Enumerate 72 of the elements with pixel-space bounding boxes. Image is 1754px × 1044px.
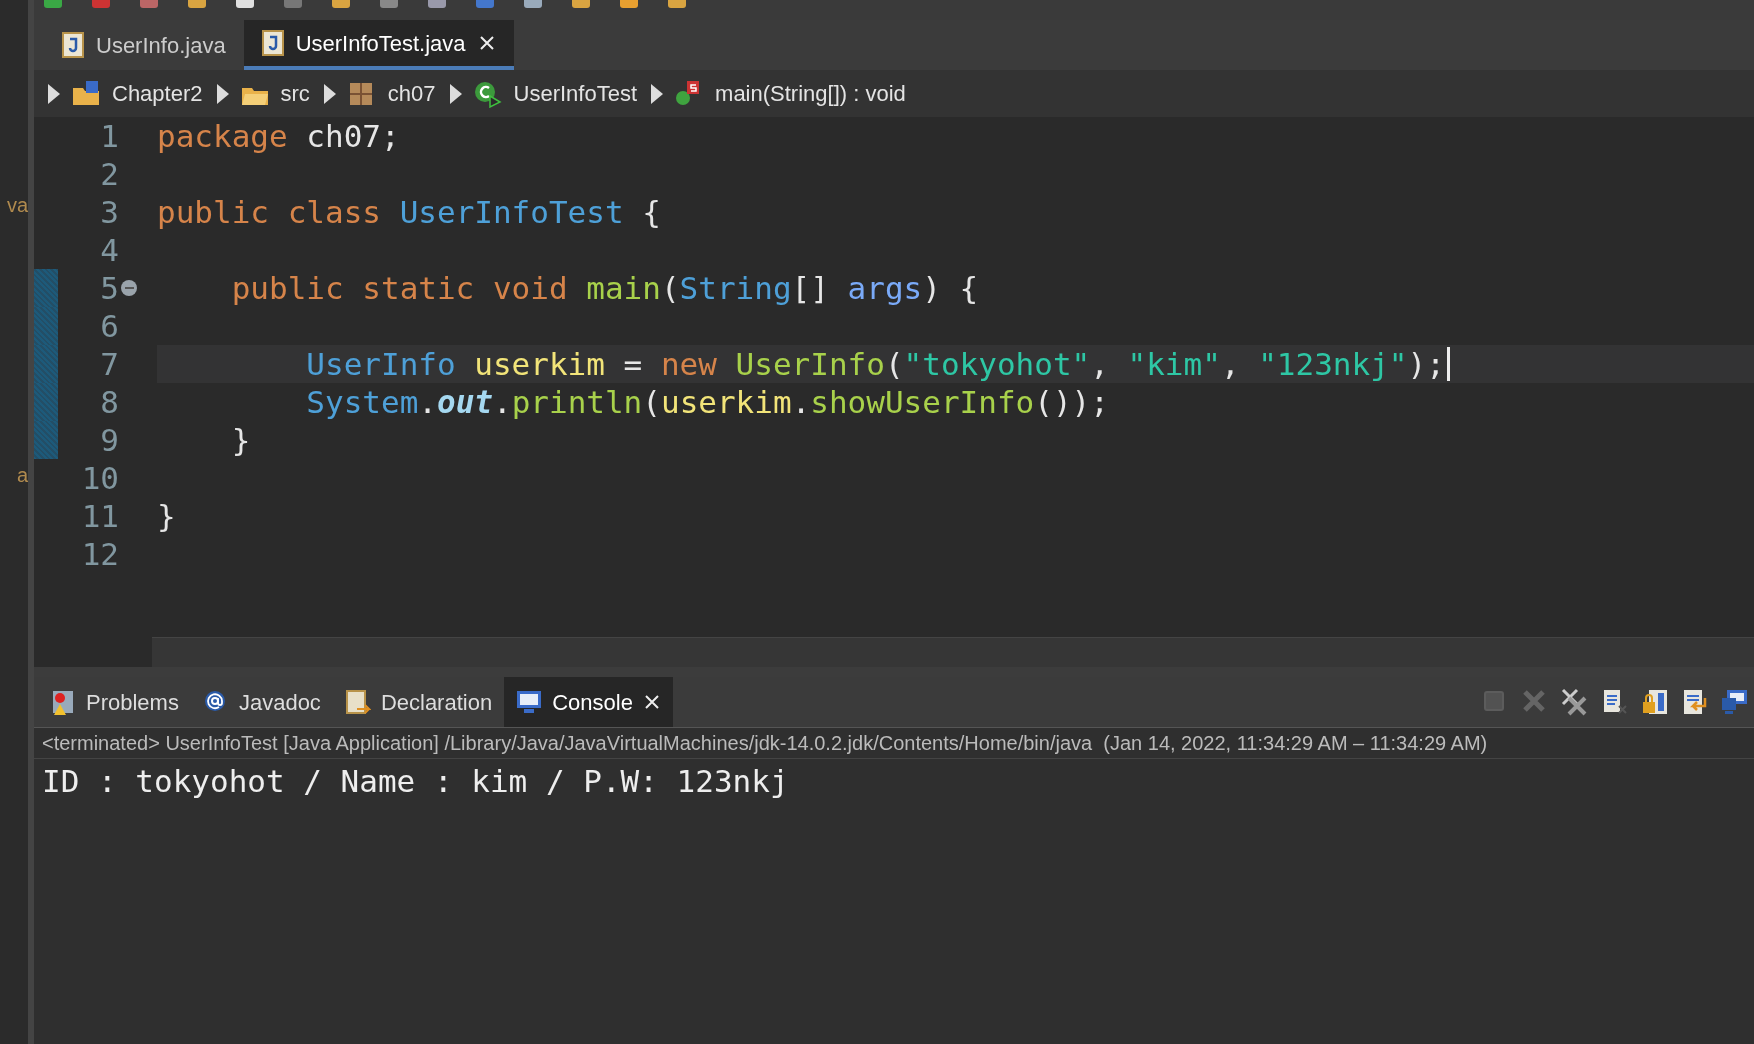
- line-number: 4: [100, 232, 119, 268]
- line-number: 6: [100, 308, 119, 344]
- toolbar-icon[interactable]: [524, 0, 542, 8]
- toolbar-icon[interactable]: [236, 0, 254, 8]
- code-line: UserInfo userkim = new UserInfo("tokyohot", "kim", "123nkj");: [305, 346, 1445, 382]
- text-cursor: [1446, 347, 1450, 381]
- monitor-icon: [1721, 688, 1747, 716]
- chevron-right-icon: [323, 83, 336, 104]
- declaration-icon: [344, 689, 371, 715]
- line-number: 9: [100, 422, 119, 458]
- panel-tab[interactable]: Console: [504, 677, 673, 727]
- chevron-right-icon: [449, 83, 462, 104]
- lock-document-icon: [1641, 688, 1667, 716]
- line-number: 7: [100, 346, 119, 382]
- line-number: 2: [100, 156, 119, 192]
- double-cross-icon: [1561, 688, 1587, 716]
- editor-tab[interactable]: UserInfoTest.java: [243, 20, 514, 70]
- console-toolbar-button[interactable]: [1560, 688, 1588, 716]
- document-clear-icon: [1601, 688, 1627, 716]
- line-number: 1: [100, 118, 119, 154]
- toolbar-icon[interactable]: [44, 0, 62, 8]
- console-output: ID : tokyohot / Name : kim / P.W: 123nkj: [42, 763, 790, 799]
- toolbar-icon[interactable]: [620, 0, 638, 8]
- panel-tab[interactable]: Declaration: [332, 677, 505, 727]
- toolbar-icon[interactable]: [188, 0, 206, 8]
- console-toolbar-button[interactable]: [1720, 688, 1748, 716]
- monitor-icon: [516, 689, 543, 715]
- java-file-icon: [261, 30, 284, 56]
- java-file-icon: [62, 32, 84, 58]
- line-number: 5: [100, 270, 119, 306]
- project-folder-icon: [72, 79, 100, 108]
- toolbar-icon[interactable]: [572, 0, 590, 8]
- toolbar-icon[interactable]: [92, 0, 110, 8]
- toolbar-icon[interactable]: [332, 0, 350, 8]
- chevron-right-icon: [216, 83, 229, 104]
- code-line: public class UserInfoTest {: [157, 194, 661, 230]
- breadcrumb-item[interactable]: Chapter2: [112, 77, 203, 110]
- code-line: }: [230, 422, 251, 458]
- breadcrumb-item[interactable]: ch07: [387, 77, 436, 110]
- breadcrumb-item[interactable]: src: [280, 77, 310, 110]
- fold-collapse-icon[interactable]: [121, 280, 137, 296]
- panel-tab[interactable]: Problems: [38, 677, 191, 727]
- class-icon: [473, 79, 502, 108]
- chevron-right-icon: [48, 83, 60, 104]
- side-panel-text: a: [15, 463, 28, 488]
- toolbar-icon[interactable]: [380, 0, 398, 8]
- line-number: 12: [81, 536, 119, 572]
- toolbar-icon[interactable]: [428, 0, 446, 8]
- code-line: public static void main(String[] args) {: [230, 270, 979, 306]
- console-description: <terminated> UserInfoTest [Java Application] /Library/Java/JavaVirtualMachines/jdk-14.0.2.jdk/Contents/Home/bin/java (Jan 14, 2022, 11:34:29 AM – 11:34:29 AM): [34, 727, 1754, 759]
- code-line: System.out.println(userkim.showUserInfo());: [305, 384, 1109, 420]
- line-number: 10: [81, 460, 119, 496]
- code-line: package ch07;: [157, 118, 400, 154]
- side-panel-text: va: [5, 193, 28, 218]
- toolbar-icon[interactable]: [668, 0, 686, 8]
- wrap-document-icon: [1681, 688, 1707, 716]
- breadcrumb-item[interactable]: main(String[]) : void: [715, 77, 906, 110]
- panel-sash[interactable]: [34, 667, 1754, 677]
- problems-icon: [50, 689, 76, 715]
- line-number: 3: [100, 194, 119, 230]
- chevron-right-icon: [651, 83, 664, 104]
- line-number: 11: [81, 498, 119, 534]
- code-line: }: [157, 498, 176, 534]
- line-number: 8: [100, 384, 119, 420]
- console-toolbar-button[interactable]: [1640, 688, 1668, 716]
- panel-tab[interactable]: Javadoc: [190, 677, 333, 727]
- editor-tab[interactable]: UserInfo.java: [44, 20, 244, 70]
- horizontal-scrollbar[interactable]: [152, 637, 1754, 667]
- toolbar-icon[interactable]: [284, 0, 302, 8]
- breadcrumb-item[interactable]: UserInfoTest: [513, 77, 638, 110]
- toolbar-icon[interactable]: [140, 0, 158, 8]
- toolbar-icon[interactable]: [476, 0, 494, 8]
